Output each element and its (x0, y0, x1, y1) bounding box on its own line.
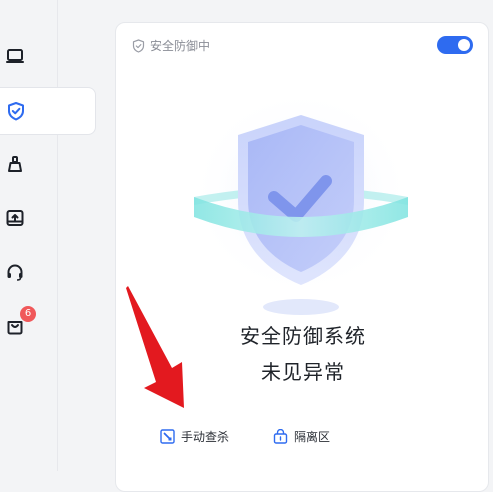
protection-toggle[interactable] (437, 36, 473, 54)
quarantine-button[interactable]: 隔离区 (273, 428, 330, 445)
sidebar-item-protection[interactable] (0, 87, 96, 135)
shield-check-small-icon (132, 38, 145, 53)
manual-scan-label: 手动查杀 (181, 430, 230, 444)
toggle-knob (458, 39, 470, 51)
sidebar: 6 (0, 0, 96, 471)
protection-panel: 安全防御中 安全防御系统 未见异常 手动查杀 隔离区 (115, 22, 489, 492)
status-label: 安全防御中 (150, 39, 211, 53)
sidebar-item-laptop[interactable] (0, 32, 96, 80)
status-row: 安全防御中 (132, 37, 210, 54)
lock-box-icon (273, 429, 288, 444)
manual-scan-button[interactable]: 手动查杀 (160, 428, 229, 445)
shield-check-icon (8, 102, 24, 121)
sidebar-item-support[interactable] (0, 248, 96, 296)
shield-illustration (189, 98, 413, 315)
sidebar-item-store[interactable]: 6 (0, 302, 96, 350)
headset-icon (7, 264, 23, 281)
notification-badge: 6 (20, 306, 36, 322)
laptop-icon (6, 49, 24, 63)
annotation-arrow-icon (126, 286, 184, 408)
action-bar: 手动查杀 隔离区 (160, 428, 374, 445)
sidebar-item-cleanup[interactable] (0, 140, 96, 188)
scan-icon (160, 429, 175, 444)
drive-upload-icon (6, 210, 24, 226)
sidebar-item-drive[interactable] (0, 194, 96, 242)
quarantine-label: 隔离区 (294, 430, 331, 444)
broom-icon (8, 156, 22, 172)
